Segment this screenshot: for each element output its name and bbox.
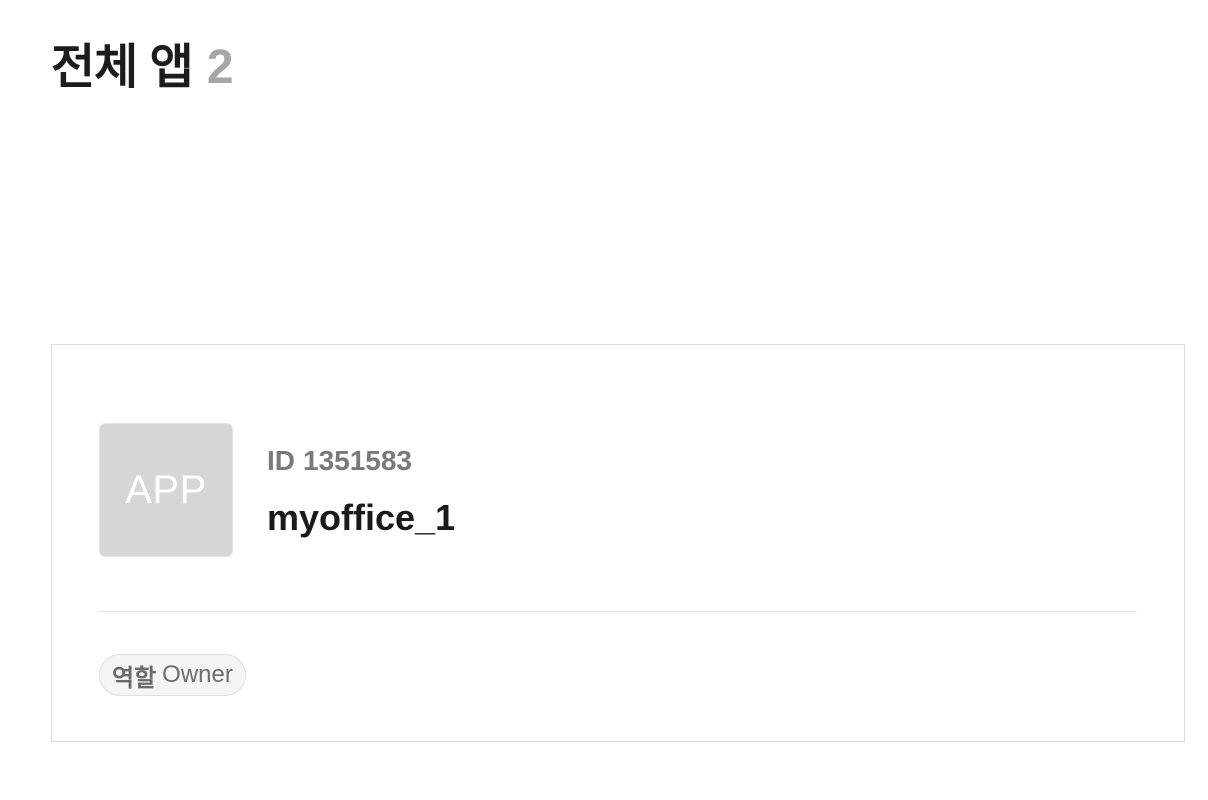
- page-header: 전체 앱 2: [51, 36, 234, 100]
- role-label: 역할: [112, 664, 157, 692]
- app-count: 2: [206, 41, 234, 94]
- app-thumbnail-text: APP: [125, 467, 207, 512]
- app-id-label: ID: [267, 445, 295, 476]
- card-divider: [99, 611, 1137, 612]
- app-id-value: 1351583: [303, 445, 413, 476]
- app-thumbnail: APP: [99, 423, 233, 557]
- app-info: ID 1351583 myoffice_1: [267, 443, 455, 539]
- app-card[interactable]: APP ID 1351583 myoffice_1 역할 Owner: [51, 344, 1185, 742]
- page-title: 전체 앱: [51, 41, 194, 94]
- role-value: Owner: [162, 661, 233, 688]
- app-name[interactable]: myoffice_1: [267, 497, 455, 539]
- app-id: ID 1351583: [267, 443, 455, 479]
- role-badge: 역할 Owner: [99, 654, 246, 696]
